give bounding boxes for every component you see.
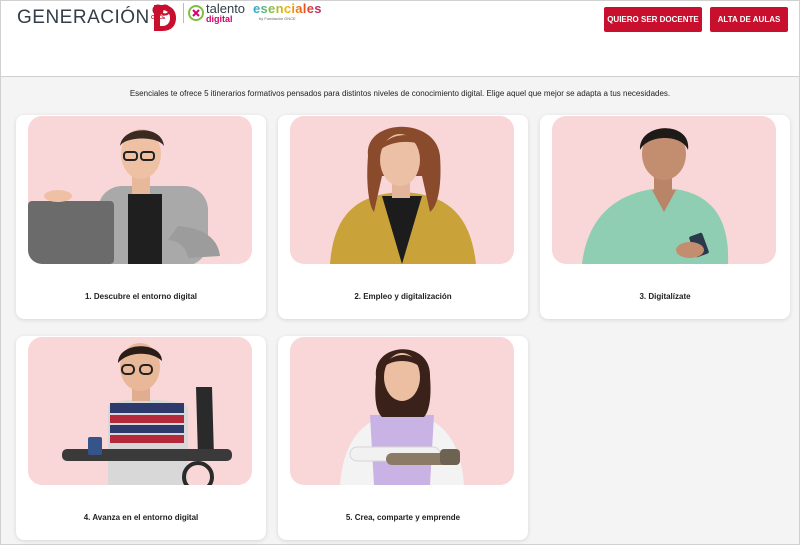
card-label[interactable]: 4. Avanza en el entorno digital xyxy=(16,513,266,522)
alta-de-aulas-button[interactable]: ALTA DE AULAS xyxy=(710,7,788,32)
itinerary-card-5[interactable]: 5. Crea, comparte y emprende xyxy=(278,336,528,540)
card-label[interactable]: 1. Descubre el entorno digital xyxy=(16,292,266,301)
quiero-ser-docente-button[interactable]: QUIERO SER DOCENTE xyxy=(604,7,702,32)
itinerary-card-4[interactable]: 4. Avanza en el entorno digital xyxy=(16,336,266,540)
itinerary-card-2[interactable]: 2. Empleo y digitalización xyxy=(278,115,528,319)
once-label: ONCE xyxy=(151,15,166,21)
card-photo xyxy=(552,116,776,264)
woman-in-yellow-jacket-image xyxy=(330,126,476,264)
site-header: GENERACIÓN ONCE talento digital esencial… xyxy=(1,1,799,77)
card-photo xyxy=(28,116,252,264)
card-photo xyxy=(28,337,252,485)
man-in-wheelchair-image xyxy=(62,343,232,485)
card-label[interactable]: 3. Digitalízate xyxy=(540,292,790,301)
esenciales-sub: by Fundación ONCE xyxy=(259,16,296,21)
woman-with-phone-image xyxy=(582,128,729,264)
esenciales-logo[interactable]: esenciales by Fundación ONCE xyxy=(253,2,322,22)
card-photo xyxy=(290,116,514,264)
itinerary-card-1[interactable]: 1. Descubre el entorno digital xyxy=(16,115,266,319)
woman-with-prosthetic-arm-image xyxy=(340,349,464,485)
card-label[interactable]: 2. Empleo y digitalización xyxy=(278,292,528,301)
man-with-laptop-image xyxy=(28,129,220,264)
esenciales-word: esenciales xyxy=(253,1,322,16)
card-photo xyxy=(290,337,514,485)
itinerary-card-3[interactable]: 3. Digitalízate xyxy=(540,115,790,319)
intro-text: Esenciales te ofrece 5 itinerarios forma… xyxy=(129,89,671,98)
talento-icon xyxy=(188,5,204,21)
logo-divider xyxy=(183,3,184,23)
talento-digital-logo[interactable]: talento digital xyxy=(188,2,245,24)
talento-sub: digital xyxy=(206,14,233,24)
card-label[interactable]: 5. Crea, comparte y emprende xyxy=(278,513,528,522)
brand-text: GENERACIÓN xyxy=(17,7,150,28)
fundacion-once-logo[interactable]: ONCE xyxy=(151,3,177,23)
